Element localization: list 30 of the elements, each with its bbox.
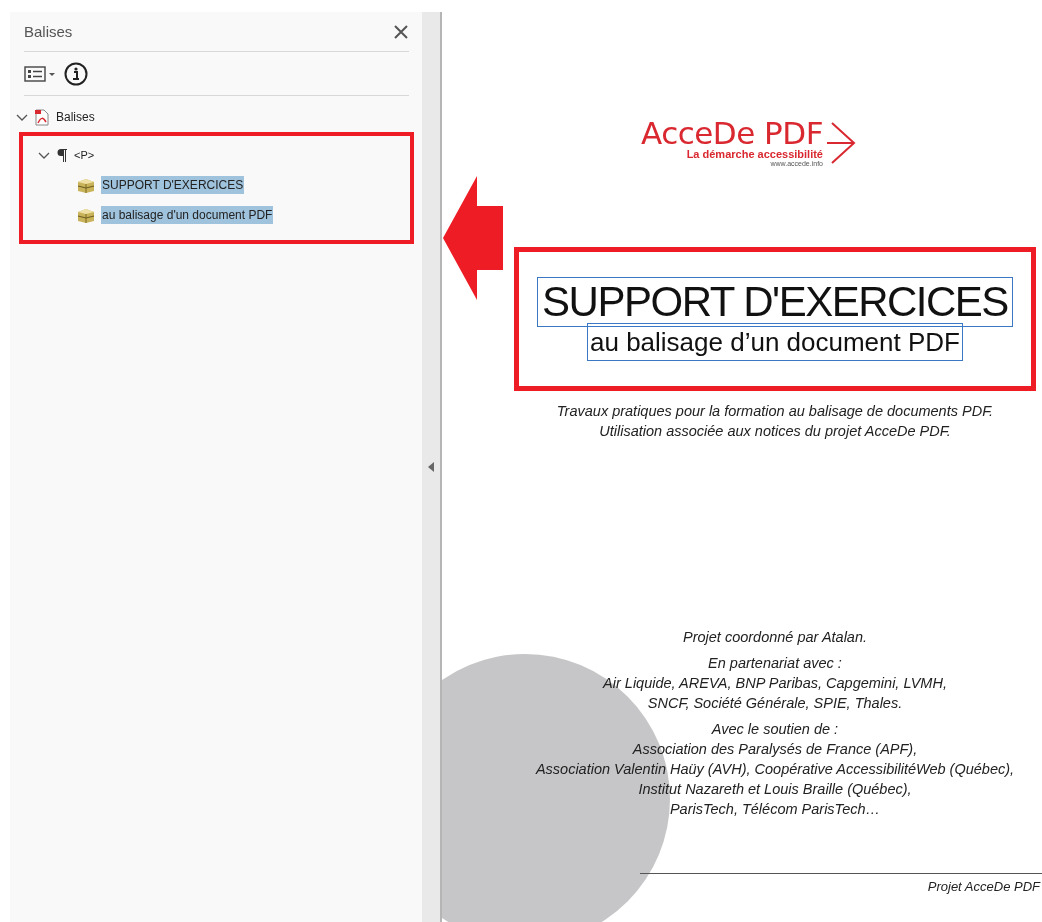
close-icon[interactable]: [393, 23, 409, 40]
credits-text: Institut Nazareth et Louis Braille (Québec),: [638, 780, 912, 799]
pilcrow-icon: [57, 147, 67, 163]
tag-label[interactable]: au balisage d'un document PDF: [101, 206, 274, 224]
credits-text: SNCF, Société Générale, SPIE, Thales.: [647, 694, 903, 713]
document-subtitle: au balisage d’un document PDF: [587, 323, 963, 361]
collapse-icon[interactable]: [428, 462, 434, 472]
credits-text: Avec le soutien de :: [711, 720, 839, 739]
box-icon: [77, 207, 95, 223]
logo-tagline: La démarche accessibilité: [686, 149, 823, 160]
credits-text: Air Liquide, AREVA, BNP Paribas, Capgemini, LVMH,: [603, 674, 947, 693]
logo-name: AcceDe PDF: [641, 118, 823, 149]
tag-label[interactable]: <P>: [73, 147, 96, 163]
document-title: SUPPORT D'EXERCICES: [537, 277, 1013, 327]
credits-text: En partenariat avec :: [708, 654, 842, 673]
credits-text: Projet coordonné par Atalan.: [682, 628, 868, 647]
pdf-file-icon: [35, 108, 49, 126]
footer-text: Projet AcceDe PDF: [927, 879, 1040, 894]
options-menu-icon[interactable]: [24, 65, 56, 82]
panel-title: Balises: [24, 23, 73, 40]
box-icon: [77, 177, 95, 193]
intro-text: Utilisation associée aux notices du projet AcceDe PDF.: [599, 422, 951, 441]
tag-label[interactable]: SUPPORT D'EXERCICES: [101, 176, 245, 194]
tag-label[interactable]: Balises: [55, 108, 96, 126]
credits-text: ParisTech, Télécom ParisTech…: [669, 800, 881, 819]
intro-text: Travaux pratiques pour la formation au balisage de documents PDF.: [556, 402, 994, 421]
credits-text: Association des Paralysés de France (APF),: [632, 740, 918, 759]
info-icon[interactable]: [64, 61, 88, 86]
credits-text: Association Valentin Haüy (AVH), Coopérative AccessibilitéWeb (Québec),: [535, 760, 1015, 779]
arrow-logo-icon: [827, 120, 857, 165]
